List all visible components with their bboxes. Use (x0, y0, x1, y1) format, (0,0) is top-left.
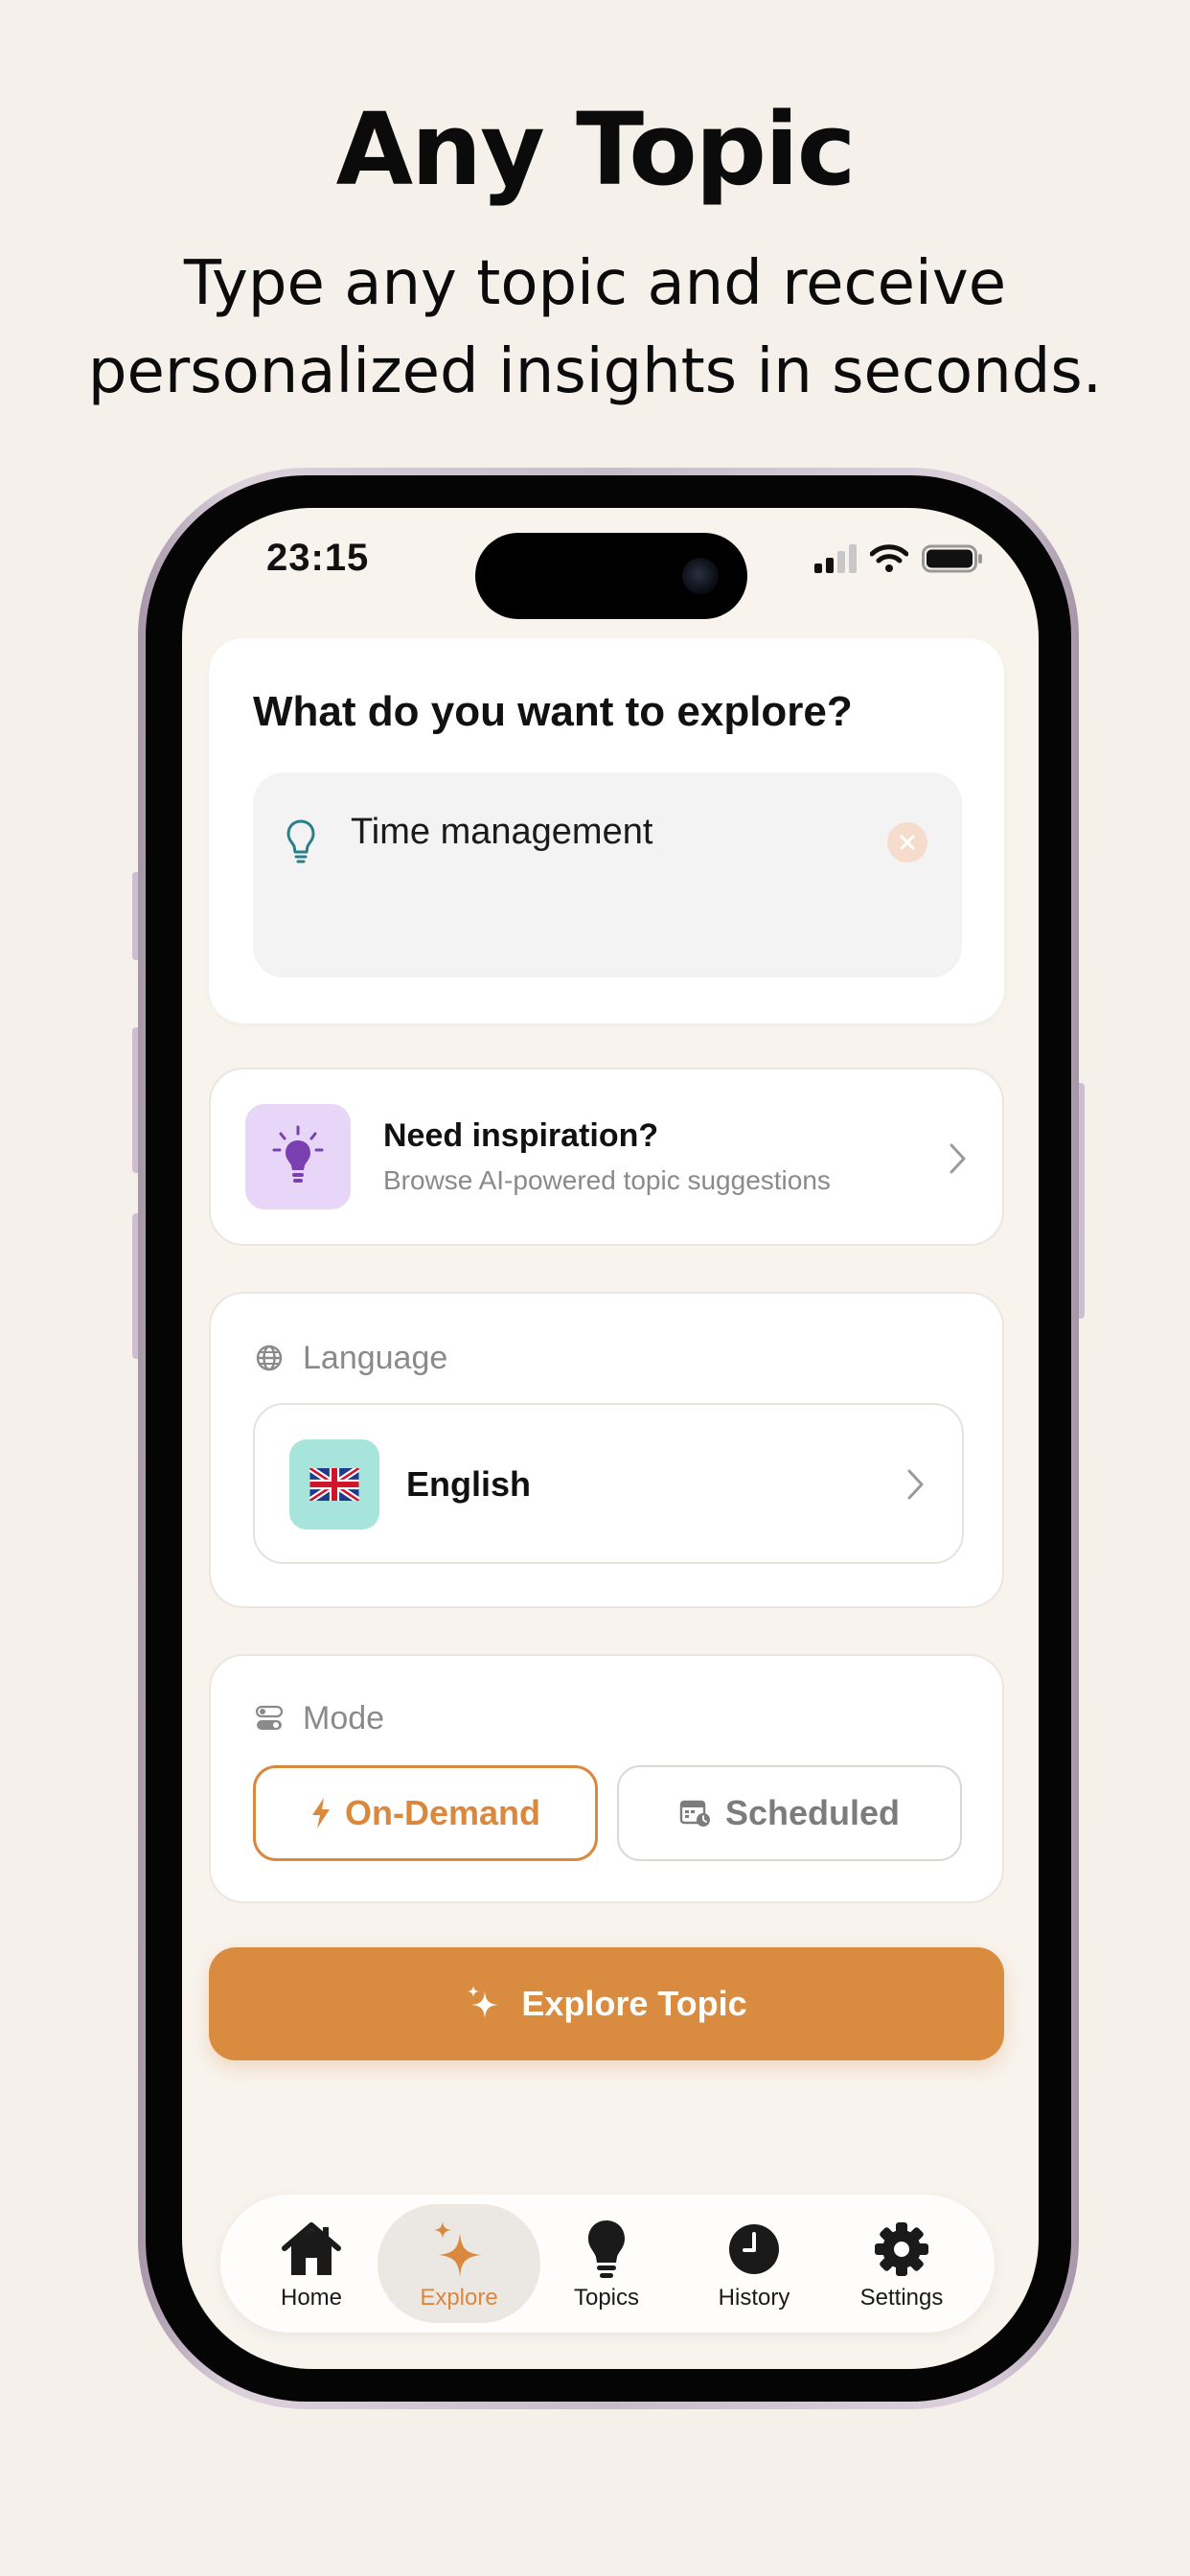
explore-card: What do you want to explore? (209, 638, 1004, 1024)
inspiration-icon-box (245, 1104, 351, 1209)
mode-label: Mode (303, 1700, 385, 1736)
globe-icon (256, 1345, 283, 1371)
language-selector[interactable]: English (253, 1403, 964, 1564)
tab-home-label: Home (280, 2285, 343, 2311)
flag-icon-box (289, 1439, 379, 1530)
hero-subtitle-line-1: Type any topic and receive (183, 248, 1007, 319)
language-label: Language (303, 1340, 448, 1376)
status-icons (814, 542, 983, 575)
mode-card: Mode On-Demand Scheduled (209, 1654, 1004, 1903)
explore-topic-button[interactable]: Explore Topic (209, 1947, 1004, 2060)
explore-question-title: What do you want to explore? (253, 688, 853, 735)
gear-icon (875, 2222, 928, 2276)
inspiration-title: Need inspiration? (383, 1117, 659, 1154)
explore-topic-label: Explore Topic (521, 1984, 747, 2023)
chevron-right-icon (907, 1469, 924, 1500)
sparkles-icon (434, 2221, 481, 2277)
status-time: 23:15 (266, 537, 370, 579)
hero-subtitle: Type any topic and receive personalized … (38, 240, 1152, 416)
tab-home[interactable]: Home (230, 2204, 393, 2323)
tab-explore-label: Explore (420, 2285, 498, 2311)
scheduled-label: Scheduled (724, 1793, 901, 1832)
toggle-icon (255, 1705, 284, 1730)
tab-history[interactable]: History (673, 2204, 835, 2323)
language-card: Language English (209, 1292, 1004, 1608)
topic-input-box[interactable] (253, 772, 962, 978)
language-name: English (406, 1464, 532, 1504)
lightbulb-icon (588, 2220, 625, 2278)
inspiration-card[interactable]: Need inspiration? Browse AI-powered topi… (209, 1068, 1004, 1246)
calendar-clock-icon (679, 1800, 710, 1827)
topic-input[interactable] (351, 803, 887, 861)
lightbulb-outline-icon (286, 819, 315, 863)
camera-icon (682, 558, 719, 594)
tab-history-label: History (718, 2285, 790, 2311)
wifi-icon (870, 544, 908, 572)
scheduled-button[interactable]: Scheduled (617, 1765, 962, 1861)
lightning-icon (311, 1798, 330, 1828)
house-icon (282, 2222, 341, 2275)
hero-subtitle-line-2: personalized insights in seconds. (87, 336, 1103, 407)
lightbulb-sparkle-icon (272, 1125, 324, 1183)
battery-icon (922, 544, 982, 573)
on-demand-button[interactable]: On-Demand (253, 1765, 598, 1861)
cellular-signal-icon (814, 544, 857, 573)
tab-explore[interactable]: Explore (378, 2204, 540, 2323)
tab-topics-label: Topics (573, 2285, 640, 2311)
sparkles-icon (468, 1986, 499, 2018)
tab-settings[interactable]: Settings (820, 2204, 983, 2323)
dynamic-island (475, 533, 747, 619)
close-icon (900, 835, 915, 850)
clear-topic-button[interactable] (887, 822, 927, 862)
tab-topics[interactable]: Topics (525, 2204, 688, 2323)
chevron-right-icon (950, 1143, 966, 1174)
hero-title: Any Topic (335, 91, 857, 208)
clock-icon (729, 2224, 779, 2274)
tab-settings-label: Settings (859, 2285, 944, 2311)
inspiration-subtitle: Browse AI-powered topic suggestions (383, 1165, 831, 1195)
phone-screen: 23:15 What do you want to explore? Time … (182, 508, 1039, 2369)
tab-bar: Home Explore Topics History Settings (220, 2195, 995, 2333)
uk-flag-icon (309, 1468, 359, 1501)
on-demand-label: On-Demand (344, 1793, 540, 1832)
